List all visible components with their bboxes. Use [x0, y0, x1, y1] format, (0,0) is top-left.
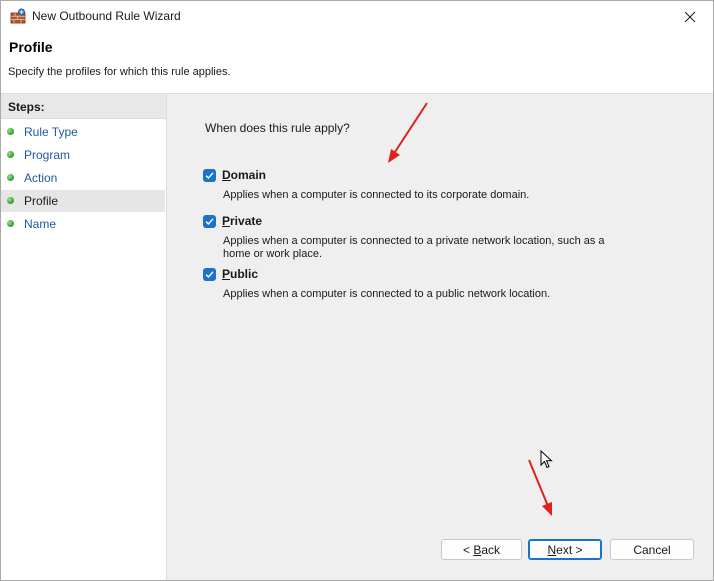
close-button[interactable]	[667, 1, 713, 32]
window-title: New Outbound Rule Wizard	[32, 9, 181, 23]
wizard-header: Profile Specify the profiles for which t…	[1, 32, 713, 94]
checkmark-icon	[205, 218, 214, 226]
domain-label-rest: omain	[230, 168, 267, 182]
sidebar-item-program[interactable]: Program	[1, 144, 165, 166]
private-label[interactable]: Private	[222, 214, 262, 228]
sidebar-item-action[interactable]: Action	[1, 167, 165, 189]
firewall-wall-icon	[10, 8, 26, 24]
public-description: Applies when a computer is connected to …	[223, 288, 551, 300]
close-icon	[684, 11, 696, 22]
mouse-pointer-icon	[540, 450, 553, 469]
green-dot-icon	[7, 151, 14, 158]
private-label-accel: P	[222, 214, 231, 228]
title-bar: New Outbound Rule Wizard	[1, 1, 713, 32]
public-label-accel: P	[222, 267, 231, 281]
domain-description: Applies when a computer is connected to …	[223, 189, 530, 201]
wizard-window: New Outbound Rule Wizard Profile Specify…	[0, 0, 714, 581]
sidebar-item-rule-type[interactable]: Rule Type	[1, 121, 165, 143]
back-button[interactable]: < Back	[441, 539, 522, 560]
private-label-rest: rivate	[230, 214, 263, 228]
sidebar-item-label: Name	[24, 217, 57, 231]
green-dot-icon	[7, 128, 14, 135]
sidebar-item-label: Profile	[24, 194, 59, 208]
next-button-accel: N	[547, 542, 557, 557]
checkmark-icon	[205, 271, 214, 279]
profile-panel: When does this rule apply? Domain Applie…	[167, 94, 713, 580]
green-dot-icon	[7, 197, 14, 204]
sidebar-item-label: Rule Type	[24, 125, 78, 139]
private-description: Applies when a computer is connected to …	[223, 235, 605, 260]
back-button-rest: ack	[481, 542, 501, 557]
domain-label[interactable]: Domain	[222, 168, 266, 182]
green-dot-icon	[7, 174, 14, 181]
sidebar-item-profile[interactable]: Profile	[1, 190, 165, 212]
steps-heading: Steps:	[1, 94, 166, 119]
page-description: Specify the profiles for which this rule…	[8, 66, 231, 78]
annotation-arrow-top	[388, 102, 428, 163]
public-checkbox[interactable]	[203, 268, 216, 281]
green-dot-icon	[7, 220, 14, 227]
back-button-prefix: <	[462, 542, 474, 557]
cancel-button[interactable]: Cancel	[610, 539, 694, 560]
steps-sidebar: Steps: Rule Type Program Action Profile …	[1, 94, 167, 580]
checkmark-icon	[205, 172, 214, 180]
rule-question: When does this rule apply?	[205, 121, 350, 135]
sidebar-item-label: Program	[24, 148, 71, 162]
sidebar-item-name[interactable]: Name	[1, 213, 165, 235]
public-label[interactable]: Public	[222, 267, 258, 281]
next-button-rest: ext >	[556, 542, 583, 557]
page-title: Profile	[9, 39, 53, 55]
next-button[interactable]: Next >	[528, 539, 602, 560]
back-button-accel: B	[473, 542, 482, 557]
public-label-rest: ublic	[230, 267, 259, 281]
steps-heading-label: Steps:	[8, 100, 45, 114]
domain-label-accel: D	[222, 168, 231, 182]
sidebar-item-label: Action	[24, 171, 58, 185]
domain-checkbox[interactable]	[203, 169, 216, 182]
private-checkbox[interactable]	[203, 215, 216, 228]
